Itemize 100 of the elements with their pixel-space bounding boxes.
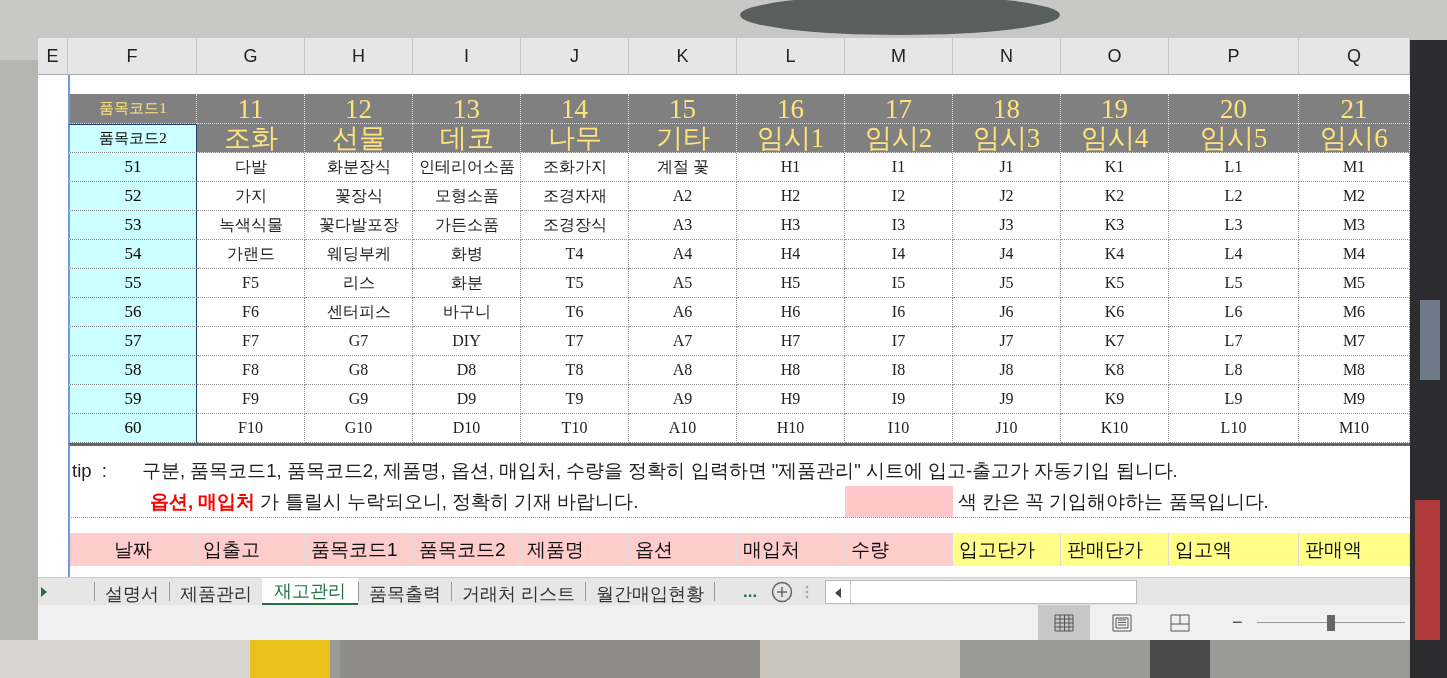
- header-cell: 임시2: [845, 124, 953, 153]
- table-cell: 51: [68, 153, 197, 182]
- header-cell: 매입처: [737, 533, 845, 566]
- table-cell: D10: [413, 414, 521, 443]
- table-cell: L2: [1169, 182, 1299, 211]
- column-header[interactable]: I: [413, 38, 521, 74]
- table-cell: 가든소품: [413, 211, 521, 240]
- table-cell: L3: [1169, 211, 1299, 240]
- column-header[interactable]: F: [68, 38, 197, 74]
- header-cell: 18: [953, 94, 1061, 124]
- table-cell: K9: [1061, 385, 1169, 414]
- table-cell: 바구니: [413, 298, 521, 327]
- normal-view-button[interactable]: [1038, 605, 1090, 640]
- header-cell: 나무: [521, 124, 629, 153]
- column-header[interactable]: K: [629, 38, 737, 74]
- sheet-tab[interactable]: 월간매입현황: [585, 582, 714, 601]
- header-cell: 입고액: [1169, 533, 1299, 566]
- table-cell: T6: [521, 298, 629, 327]
- column-header[interactable]: N: [953, 38, 1061, 74]
- header-cell: 판매단가: [1061, 533, 1169, 566]
- table-cell: I10: [845, 414, 953, 443]
- table-cell: T9: [521, 385, 629, 414]
- table-cell: H3: [737, 211, 845, 240]
- header-cell: 임시6: [1299, 124, 1410, 153]
- table-cell: K7: [1061, 327, 1169, 356]
- table-cell: K10: [1061, 414, 1169, 443]
- table-cell: F8: [197, 356, 305, 385]
- header-cell: 12: [305, 94, 413, 124]
- table-cell: 리스: [305, 269, 413, 298]
- table-cell: 꽃장식: [305, 182, 413, 211]
- column-header[interactable]: E: [38, 38, 68, 74]
- header-cell: 입출고: [197, 533, 305, 566]
- table-cell: H5: [737, 269, 845, 298]
- table-cell: M3: [1299, 211, 1410, 240]
- table-cell: K3: [1061, 211, 1169, 240]
- table-cell: H6: [737, 298, 845, 327]
- header-cell: 품목코드1: [68, 94, 197, 124]
- table-cell: 56: [68, 298, 197, 327]
- table-cell: M10: [1299, 414, 1410, 443]
- header-cell: 품목코드2: [413, 533, 521, 566]
- sheet-tab[interactable]: 설명서: [94, 582, 169, 601]
- header-cell: 옵션: [629, 533, 737, 566]
- table-cell: J8: [953, 356, 1061, 385]
- table-cell: 53: [68, 211, 197, 240]
- table-cell: I9: [845, 385, 953, 414]
- grid-icon: [1054, 613, 1074, 632]
- tip-text: 구분, 품목코드1, 품목코드2, 제품명, 옵션, 매입처, 수량을 정확히 입력하면 "제품관리" 시트에 입고-출고가 자동기입 됩니다.: [142, 459, 1178, 483]
- column-header[interactable]: L: [737, 38, 845, 74]
- page-icon: [1112, 613, 1132, 632]
- table-cell: A8: [629, 356, 737, 385]
- header-cell: 16: [737, 94, 845, 124]
- table-cell: K1: [1061, 153, 1169, 182]
- horizontal-scrollbar[interactable]: [825, 579, 1138, 604]
- table-cell: M5: [1299, 269, 1410, 298]
- table-cell: M8: [1299, 356, 1410, 385]
- table-cell: I6: [845, 298, 953, 327]
- more-tabs[interactable]: ...: [714, 582, 768, 601]
- table-cell: 꽃다발포장: [305, 211, 413, 240]
- column-header[interactable]: Q: [1299, 38, 1410, 74]
- table-cell: K4: [1061, 240, 1169, 269]
- tip-label: tip :: [72, 459, 108, 482]
- table-cell: L4: [1169, 240, 1299, 269]
- table-cell: L7: [1169, 327, 1299, 356]
- table-cell: I5: [845, 269, 953, 298]
- table-cell: A3: [629, 211, 737, 240]
- column-header[interactable]: H: [305, 38, 413, 74]
- zoom-out-button[interactable]: −: [1232, 605, 1243, 640]
- table-cell: T5: [521, 269, 629, 298]
- header-cell: 임시1: [737, 124, 845, 153]
- zoom-thumb[interactable]: [1326, 615, 1335, 631]
- table-cell: M6: [1299, 298, 1410, 327]
- header-cell: 20: [1169, 94, 1299, 124]
- table-cell: L10: [1169, 414, 1299, 443]
- sheet-tab[interactable]: 거래처 리스트: [451, 582, 585, 601]
- table-cell: 59: [68, 385, 197, 414]
- table-cell: J6: [953, 298, 1061, 327]
- table-cell: G10: [305, 414, 413, 443]
- table-cell: M7: [1299, 327, 1410, 356]
- legend-text: 색 칸은 꼭 기입해야하는 품목입니다.: [958, 490, 1269, 514]
- column-header[interactable]: M: [845, 38, 953, 74]
- sheet-tab[interactable]: 품목출력: [358, 582, 451, 601]
- column-header[interactable]: J: [521, 38, 629, 74]
- table-cell: 웨딩부케: [305, 240, 413, 269]
- table-cell: I8: [845, 356, 953, 385]
- table-cell: J9: [953, 385, 1061, 414]
- table-cell: K5: [1061, 269, 1169, 298]
- table-cell: L1: [1169, 153, 1299, 182]
- table-cell: 조화가지: [521, 153, 629, 182]
- add-sheet-icon[interactable]: [771, 580, 794, 603]
- column-header[interactable]: G: [197, 38, 305, 74]
- column-header[interactable]: P: [1169, 38, 1299, 74]
- header-cell: 판매액: [1299, 533, 1410, 566]
- header-cell: 품목코드2: [68, 124, 197, 153]
- header-cell: 11: [197, 94, 305, 124]
- table-cell: J1: [953, 153, 1061, 182]
- sheet-tab[interactable]: 재고관리: [262, 578, 358, 605]
- table-cell: J10: [953, 414, 1061, 443]
- table-cell: 조경자재: [521, 182, 629, 211]
- column-header[interactable]: O: [1061, 38, 1169, 74]
- header-cell: 선물: [305, 124, 413, 153]
